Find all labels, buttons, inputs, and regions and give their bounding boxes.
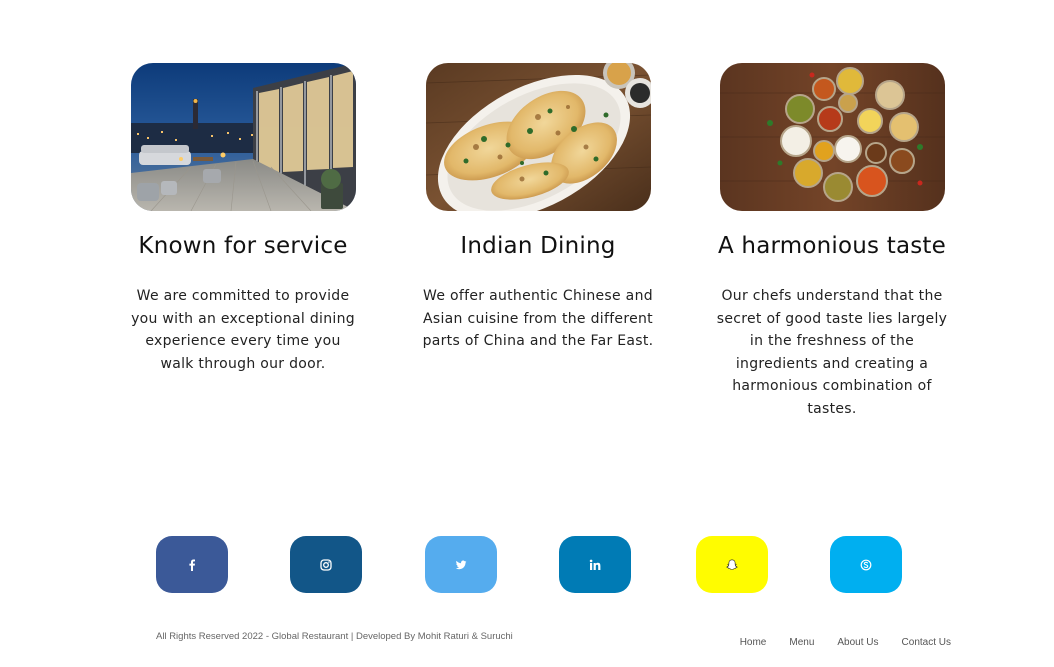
skype-button[interactable] <box>830 536 902 593</box>
naan-platter-image <box>425 63 651 211</box>
feature-card-service: Known for service We are committed to pr… <box>118 63 368 375</box>
thali-dishes-image <box>719 63 945 211</box>
social-links <box>0 536 1054 594</box>
instagram-icon <box>320 558 332 571</box>
features-section: Known for service We are committed to pr… <box>0 0 1054 500</box>
card-description: We are committed to provide you with an … <box>131 288 355 372</box>
footer-nav: Home Menu About Us Contact Us <box>717 637 951 648</box>
card-title: A harmonious taste <box>717 233 947 259</box>
card-description: Our chefs understand that the secret of … <box>716 288 948 417</box>
snapchat-button[interactable] <box>696 536 768 593</box>
footer-link-menu[interactable]: Menu <box>789 637 814 648</box>
copyright-text: All Rights Reserved 2022 - Global Restau… <box>156 631 513 642</box>
card-description: We offer authentic Chinese and Asian cui… <box>422 288 654 350</box>
rooftop-terrace-image <box>130 63 356 211</box>
facebook-icon <box>189 559 195 571</box>
card-title: Known for service <box>138 233 348 259</box>
snapchat-icon <box>726 558 738 570</box>
twitter-icon <box>455 560 467 569</box>
footer-link-home[interactable]: Home <box>740 637 767 648</box>
linkedin-button[interactable] <box>559 536 631 593</box>
footer-link-about-us[interactable]: About Us <box>837 637 878 648</box>
feature-card-indian-dining: Indian Dining We offer authentic Chinese… <box>413 63 663 353</box>
card-title: Indian Dining <box>460 233 616 259</box>
skype-icon <box>860 559 872 570</box>
twitter-button[interactable] <box>425 536 497 593</box>
footer-link-contact-us[interactable]: Contact Us <box>902 637 951 648</box>
linkedin-icon <box>589 559 601 570</box>
feature-card-harmonious-taste: A harmonious taste Our chefs understand … <box>707 63 957 421</box>
facebook-button[interactable] <box>156 536 228 593</box>
instagram-button[interactable] <box>290 536 362 593</box>
